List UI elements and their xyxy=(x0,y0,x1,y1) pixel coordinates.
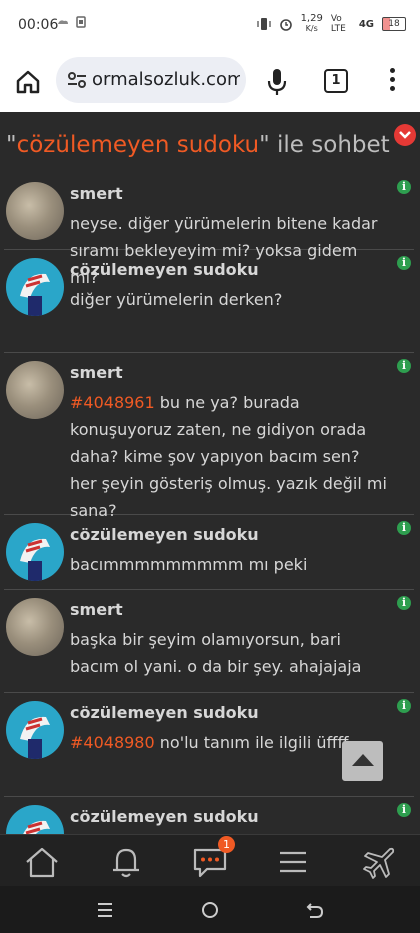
title-username[interactable]: cözülemeyen sudoku xyxy=(17,132,260,158)
message-author[interactable]: smert xyxy=(70,363,123,382)
message-item: cözülemeyen sudoku bacımmmmmmmmm mı peki… xyxy=(4,515,414,590)
network-speed: 1,29 K/s xyxy=(300,13,323,34)
site-settings-icon[interactable] xyxy=(66,70,88,90)
message-item: smert başka bir şeyim olamıyorsun, bari … xyxy=(4,590,414,693)
messages-badge: 1 xyxy=(218,836,235,853)
recent-apps-icon[interactable] xyxy=(96,901,114,919)
message-feed[interactable]: smert neyse. diğer yürümelerin bitene ka… xyxy=(0,174,420,834)
message-item: cözülemeyen sudoku i xyxy=(4,797,414,834)
avatar-illustration xyxy=(20,538,50,581)
vibrate-icon xyxy=(256,18,271,30)
info-icon[interactable]: i xyxy=(397,803,411,817)
message-text: diğer yürümelerin derken? xyxy=(70,290,283,309)
scroll-to-top-button[interactable] xyxy=(342,741,383,781)
lte-label: Vo LTE xyxy=(330,14,346,34)
message-item: cözülemeyen sudoku diğer yürümelerin der… xyxy=(4,250,414,353)
mic-icon[interactable] xyxy=(266,67,288,97)
message-author[interactable]: cözülemeyen sudoku xyxy=(70,525,259,544)
status-right: 1,29 K/s Vo LTE 4G 18 xyxy=(256,13,406,34)
back-icon[interactable] xyxy=(305,900,325,920)
hamburger-icon[interactable] xyxy=(275,845,311,879)
entry-ref-link[interactable]: #4048980 xyxy=(70,733,155,752)
message-author[interactable]: smert xyxy=(70,184,123,203)
avatar-illustration xyxy=(20,273,50,316)
avatar[interactable] xyxy=(6,182,64,240)
message-text: bacımmmmmmmmm mı peki xyxy=(70,555,308,574)
message-author[interactable]: smert xyxy=(70,600,123,619)
page-title: "cözülemeyen sudoku" ile sohbet xyxy=(6,132,390,158)
info-icon[interactable]: i xyxy=(397,699,411,713)
info-icon[interactable]: i xyxy=(397,256,411,270)
conversation-header: "cözülemeyen sudoku" ile sohbet xyxy=(0,112,420,174)
address-bar[interactable]: ormalsozluk.com xyxy=(56,57,246,103)
avatar[interactable] xyxy=(6,701,64,759)
info-icon[interactable]: i xyxy=(397,359,411,373)
home-icon[interactable] xyxy=(24,845,60,879)
avatar[interactable] xyxy=(6,598,64,656)
signal-label: 4G xyxy=(358,18,374,30)
message-text: başka bir şeyim olamıyorsun, bari bacım … xyxy=(70,630,362,676)
notification-icons xyxy=(56,16,86,28)
weather-icon xyxy=(58,20,68,24)
avatar[interactable] xyxy=(6,361,64,419)
message-author[interactable]: cözülemeyen sudoku xyxy=(70,703,259,722)
message-item: smert neyse. diğer yürümelerin bitene ka… xyxy=(4,174,414,287)
info-icon[interactable]: i xyxy=(397,596,411,610)
browser-toolbar: ormalsozluk.com 1 xyxy=(0,52,420,112)
battery-icon: 18 xyxy=(382,17,406,31)
status-time: 00:06 xyxy=(18,17,59,33)
status-bar: 00:06 1,29 K/s Vo LTE 4G 18 xyxy=(0,0,420,52)
message-text: #4048961 bu ne ya? burada konuşuyoruz za… xyxy=(70,393,387,520)
airplane-icon[interactable] xyxy=(360,845,396,879)
scroll-down-button[interactable] xyxy=(394,124,416,146)
avatar-illustration xyxy=(23,820,50,834)
info-icon[interactable]: i xyxy=(397,180,411,194)
message-item: smert #4048961 bu ne ya? burada konuşuyo… xyxy=(4,353,414,520)
tab-switcher-button[interactable]: 1 xyxy=(324,69,348,93)
alarm-icon xyxy=(279,19,292,31)
sim-icon xyxy=(76,16,86,28)
entry-ref-link[interactable]: #4048961 xyxy=(70,393,155,412)
avatar-illustration xyxy=(20,716,50,759)
system-nav-bar xyxy=(0,886,420,933)
browser-menu-icon[interactable] xyxy=(388,68,396,96)
home-button-icon[interactable] xyxy=(200,900,220,920)
bell-icon[interactable] xyxy=(108,845,144,879)
avatar[interactable] xyxy=(6,523,64,581)
message-author[interactable]: cözülemeyen sudoku xyxy=(70,260,259,279)
info-icon[interactable]: i xyxy=(397,521,411,535)
chevron-down-icon xyxy=(399,131,411,139)
message-author[interactable]: cözülemeyen sudoku xyxy=(70,807,259,826)
avatar[interactable] xyxy=(6,805,64,834)
url-text[interactable]: ormalsozluk.com xyxy=(92,69,240,90)
bottom-nav xyxy=(0,834,420,887)
browser-home-icon[interactable] xyxy=(14,68,42,96)
avatar[interactable] xyxy=(6,258,64,316)
